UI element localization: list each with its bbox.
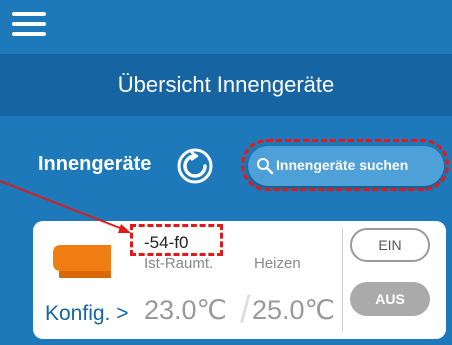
card-divider — [342, 228, 343, 332]
section-label: Innengeräte — [38, 153, 152, 175]
refresh-icon[interactable] — [177, 148, 213, 184]
mode-label: Heizen — [254, 255, 301, 272]
off-button[interactable]: AUS — [350, 282, 430, 316]
set-temp-value: 25.0℃ — [252, 295, 335, 325]
indoor-unit-icon — [53, 245, 111, 278]
temp-separator: / — [240, 289, 251, 331]
konfig-link[interactable]: Konfig. > — [45, 302, 128, 326]
room-temp-label: Ist-Raumt. — [144, 255, 214, 272]
page-title: Übersicht Innengeräte — [0, 54, 452, 116]
highlight-search-button — [241, 139, 449, 191]
on-button[interactable]: EIN — [350, 228, 430, 262]
app-screen: Übersicht Innengeräte Innengeräte Inneng… — [0, 0, 452, 345]
device-card: Konfig. > -54-f0 Ist-Raumt. Heizen 23.0℃… — [33, 221, 446, 339]
list-header: Innengeräte Innengeräte suchen — [0, 116, 452, 214]
top-bar — [0, 0, 452, 54]
menu-icon[interactable] — [12, 10, 46, 38]
room-temp-value: 23.0℃ — [144, 295, 227, 325]
highlight-device-id — [130, 224, 223, 256]
